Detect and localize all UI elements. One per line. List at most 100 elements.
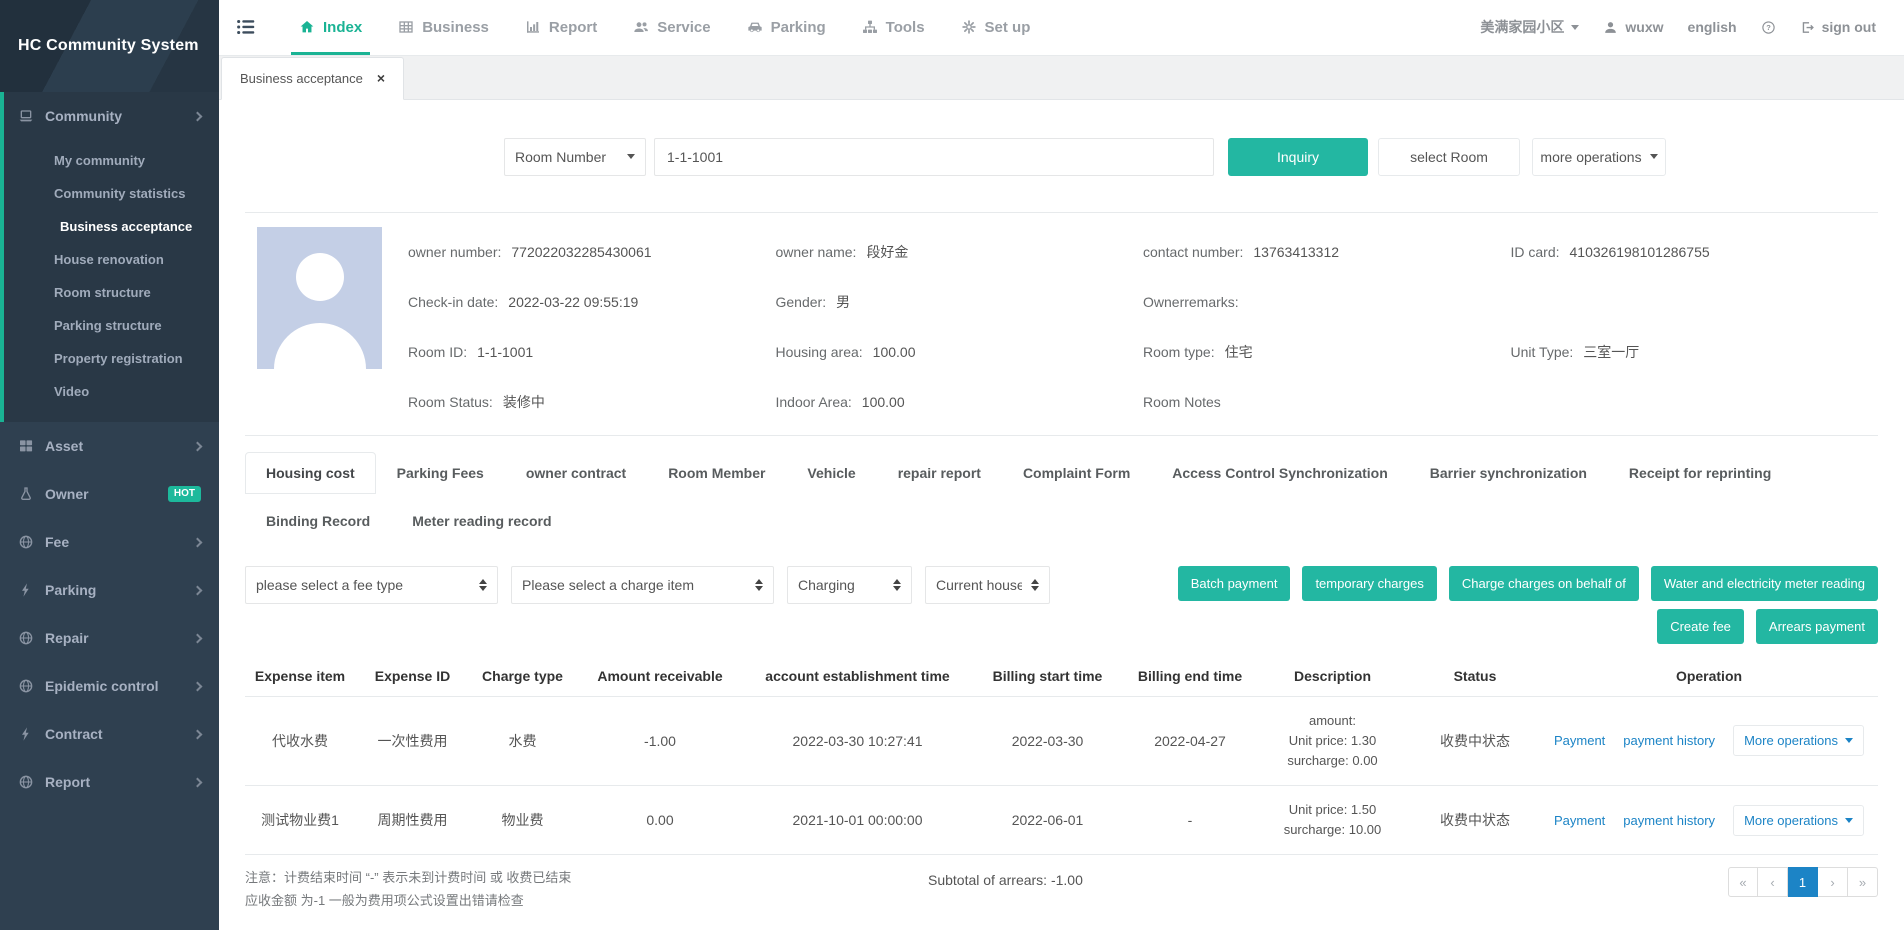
- temporary-charges-button[interactable]: temporary charges: [1302, 566, 1436, 601]
- chevron-right-icon: [193, 777, 203, 787]
- sidebar-item-asset[interactable]: Asset: [0, 422, 219, 470]
- close-icon[interactable]: ×: [377, 71, 385, 85]
- topbar: Index Business: [219, 0, 1904, 56]
- pagination-next[interactable]: ›: [1818, 867, 1848, 897]
- language-label: english: [1688, 19, 1737, 35]
- row-more-operations-button[interactable]: More operations: [1733, 725, 1864, 756]
- nav-service[interactable]: Service: [615, 0, 728, 55]
- inquiry-button[interactable]: Inquiry: [1228, 138, 1368, 176]
- charging-select[interactable]: Charging: [787, 566, 912, 604]
- tab-barrier-sync[interactable]: Barrier synchronization: [1409, 452, 1608, 494]
- payment-history-link[interactable]: payment history: [1623, 813, 1715, 828]
- current-user[interactable]: wuxw: [1603, 19, 1663, 35]
- tab-vehicle[interactable]: Vehicle: [786, 452, 876, 494]
- tab-owner-contract[interactable]: owner contract: [505, 452, 647, 494]
- sidebar-item-contract[interactable]: Contract: [0, 710, 219, 758]
- menu-toggle-button[interactable]: [235, 16, 257, 38]
- sidebar-subitem-video[interactable]: Video: [4, 375, 219, 408]
- batch-payment-button[interactable]: Batch payment: [1178, 566, 1291, 601]
- nav-set-up[interactable]: Set up: [943, 0, 1049, 55]
- cell-expense-id: 一次性费用: [355, 717, 470, 765]
- sidebar-subitem-property-registration[interactable]: Property registration: [4, 342, 219, 375]
- tab-room-member[interactable]: Room Member: [647, 452, 786, 494]
- row-more-operations-button[interactable]: More operations: [1733, 805, 1864, 836]
- nav-report[interactable]: Report: [507, 0, 615, 55]
- tab-access-control-sync[interactable]: Access Control Synchronization: [1151, 452, 1408, 494]
- nav-label: Business: [422, 19, 489, 36]
- sidebar-item-fee[interactable]: Fee: [0, 518, 219, 566]
- tab-complaint-form[interactable]: Complaint Form: [1002, 452, 1151, 494]
- fee-actions: Batch payment temporary charges Charge c…: [1178, 566, 1878, 644]
- nav-index[interactable]: Index: [281, 0, 380, 55]
- col-expense-id: Expense ID: [355, 658, 470, 696]
- tab-meter-reading-record[interactable]: Meter reading record: [391, 500, 572, 542]
- cell-amount: 0.00: [575, 798, 745, 842]
- pagination-last[interactable]: »: [1848, 867, 1878, 897]
- sidebar-subitem-house-renovation[interactable]: House renovation: [4, 243, 219, 276]
- charge-item-select[interactable]: Please select a charge item: [511, 566, 774, 604]
- current-house-select[interactable]: Current house: [925, 566, 1050, 604]
- nav-tools[interactable]: Tools: [844, 0, 943, 55]
- sidebar-subitem-parking-structure[interactable]: Parking structure: [4, 309, 219, 342]
- sidebar-item-report[interactable]: Report: [0, 758, 219, 806]
- fee-actions-row1: Batch payment temporary charges Charge c…: [1178, 566, 1878, 601]
- tab-parking-fees[interactable]: Parking Fees: [376, 452, 505, 494]
- avatar-head-shape: [296, 253, 344, 301]
- payment-history-link[interactable]: payment history: [1623, 733, 1715, 748]
- sidebar-item-parking[interactable]: Parking: [0, 566, 219, 614]
- username: wuxw: [1625, 19, 1663, 35]
- tab-repair-report[interactable]: repair report: [877, 452, 1002, 494]
- cell-expense-id: 周期性费用: [355, 796, 470, 844]
- create-fee-button[interactable]: Create fee: [1657, 609, 1744, 644]
- grid-icon: [18, 438, 34, 454]
- tab-housing-cost[interactable]: Housing cost: [245, 452, 376, 494]
- community-selector[interactable]: 美满家园小区: [1480, 17, 1579, 37]
- cell-expense-item: 代收水费: [245, 717, 355, 765]
- select-room-button[interactable]: select Room: [1378, 138, 1520, 176]
- payment-link[interactable]: Payment: [1554, 733, 1605, 748]
- help-button[interactable]: ?: [1761, 20, 1776, 35]
- charge-on-behalf-button[interactable]: Charge charges on behalf of: [1449, 566, 1639, 601]
- sidebar-subitem-community-statistics[interactable]: Community statistics: [4, 177, 219, 210]
- fee-type-select[interactable]: please select a fee type: [245, 566, 498, 604]
- home-icon: [299, 19, 315, 35]
- tab-receipt-reprinting[interactable]: Receipt for reprinting: [1608, 452, 1792, 494]
- sign-out-label: sign out: [1822, 19, 1876, 35]
- nav-business[interactable]: Business: [380, 0, 507, 55]
- sidebar-item-repair[interactable]: Repair: [0, 614, 219, 662]
- nav-parking[interactable]: Parking: [729, 0, 844, 55]
- sidebar-group-community: Community My community Community statist…: [0, 92, 219, 422]
- sidebar-subitem-my-community[interactable]: My community: [4, 144, 219, 177]
- more-operations-button[interactable]: more operations: [1532, 138, 1666, 176]
- payment-link[interactable]: Payment: [1554, 813, 1605, 828]
- bolt-icon: [18, 726, 34, 742]
- page-tab-business-acceptance[interactable]: Business acceptance ×: [221, 57, 404, 100]
- owner-field: Ownerremarks:: [1143, 277, 1511, 327]
- sidebar-item-epidemic-control[interactable]: Epidemic control: [0, 662, 219, 710]
- sidebar-item-label: Contract: [45, 726, 103, 742]
- pagination-prev[interactable]: ‹: [1758, 867, 1788, 897]
- chevron-right-icon: [193, 585, 203, 595]
- sidebar-item-community[interactable]: Community: [4, 92, 219, 140]
- owner-field: ID card:410326198101286755: [1511, 227, 1879, 277]
- col-operation: Operation: [1540, 658, 1878, 696]
- sidebar-subitem-business-acceptance[interactable]: Business acceptance: [4, 210, 219, 243]
- chevron-right-icon: [193, 537, 203, 547]
- table-footer: 注意：计费结束时间 “-” 表示未到计费时间 或 收费已结束 应收金额 为-1 …: [245, 867, 1878, 913]
- room-number-input[interactable]: [654, 138, 1214, 176]
- nav-label: Index: [323, 19, 362, 36]
- pagination-page-1[interactable]: 1: [1788, 867, 1818, 897]
- tab-binding-record[interactable]: Binding Record: [245, 500, 391, 542]
- pagination-first[interactable]: «: [1728, 867, 1758, 897]
- language-button[interactable]: english: [1688, 19, 1737, 35]
- sidebar-item-owner[interactable]: Owner HOT: [0, 470, 219, 518]
- detail-tabs-row1: Housing cost Parking Fees owner contract…: [245, 452, 1878, 494]
- arrears-payment-button[interactable]: Arrears payment: [1756, 609, 1878, 644]
- search-field-select[interactable]: Room Number: [504, 138, 646, 176]
- caret-down-icon: [1845, 818, 1853, 823]
- meter-reading-button[interactable]: Water and electricity meter reading: [1651, 566, 1878, 601]
- sidebar-subitem-room-structure[interactable]: Room structure: [4, 276, 219, 309]
- owner-field: Room Notes: [1143, 377, 1511, 427]
- sign-out-button[interactable]: sign out: [1800, 19, 1876, 35]
- top-navigation: Index Business: [281, 0, 1048, 55]
